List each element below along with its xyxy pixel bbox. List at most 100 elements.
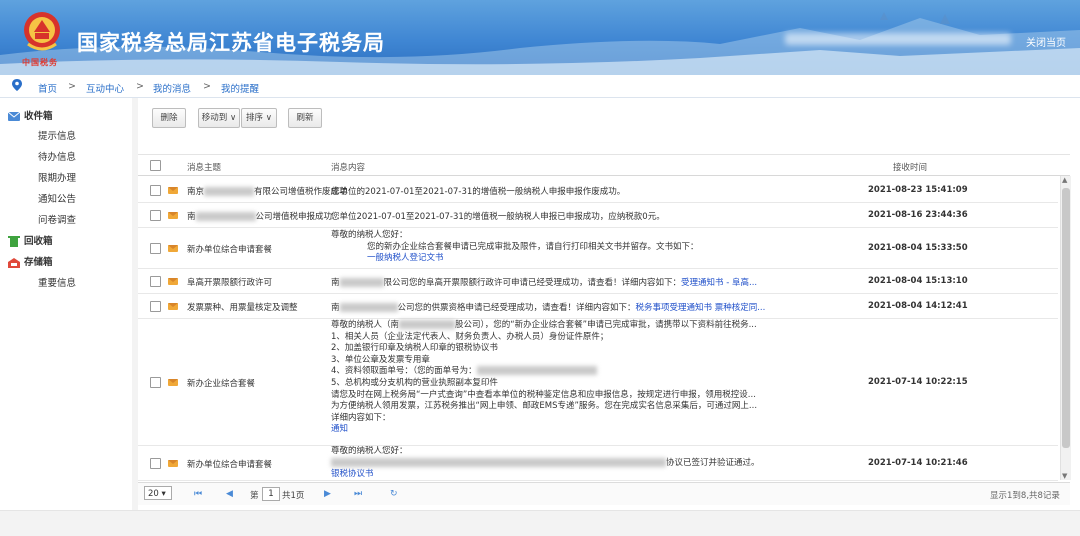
sidebar-group-label: 存储箱 [24, 257, 53, 268]
message-subject[interactable]: 新办单位综合申请套餐 [187, 458, 272, 470]
scroll-up-icon[interactable]: ▲ [1062, 176, 1067, 184]
message-subject[interactable]: 发票票种、用票量核定及调整 [187, 301, 298, 313]
row-checkbox[interactable] [150, 243, 161, 254]
total-pages-label: 共1页 [282, 491, 305, 501]
message-subject[interactable]: 新办企业综合套餐 [187, 377, 255, 389]
sidebar-item-notices[interactable]: 通知公告 [38, 191, 76, 205]
table-scrollbar[interactable]: ▲ ▼ [1060, 176, 1071, 480]
message-subject[interactable]: 南京 有限公司增值税作废成功 [187, 185, 348, 197]
message-content: 您单位的2021-07-01至2021-07-31的增值税一般纳税人申报申报作废… [331, 187, 626, 197]
message-subject[interactable]: 阜高开票限额行政许可 [187, 276, 272, 288]
message-content: 南限公司您的阜高开票限额行政许可申请已经受理成功，请查看！详细内容如下：受理通知… [331, 278, 758, 288]
envelope-icon [168, 278, 178, 285]
message-content: 您单位2021-07-01至2021-07-31的增值税一般纳税人申报已申报成功… [331, 212, 665, 222]
sidebar-item-todo[interactable]: 待办信息 [38, 149, 76, 163]
site-title: 国家税务总局江苏省电子税务局 [77, 31, 385, 55]
sidebar-item-deadline[interactable]: 限期办理 [38, 170, 76, 184]
redacted-text [399, 320, 456, 329]
sort-dropdown[interactable]: 排序 ∨ [241, 108, 277, 128]
message-subject[interactable]: 新办单位综合申请套餐 [187, 243, 272, 255]
sidebar-group-inbox[interactable]: 收件箱 [8, 108, 53, 122]
sidebar: 收件箱 提示信息 待办信息 限期办理 通知公告 问卷调查 回收箱 存储箱 重要信… [0, 98, 132, 510]
envelope-icon [168, 303, 178, 310]
redacted-text [204, 187, 255, 196]
current-page-input[interactable]: 1 [262, 487, 280, 501]
received-time: 2021-08-04 15:33:50 [868, 243, 968, 253]
message-subject[interactable]: 南公司增值税申报成功 [187, 210, 332, 222]
sidebar-group-storage[interactable]: 存储箱 [8, 254, 53, 268]
table-row[interactable]: 新办企业综合套餐 尊敬的纳税人（南 股公司），您的“新办企业综合套餐”申请已完成审… [138, 319, 1058, 446]
sidebar-item-survey[interactable]: 问卷调查 [38, 212, 76, 226]
row-checkbox[interactable] [150, 185, 161, 196]
breadcrumb: 首页 > 互动中心 > 我的消息 > 我的提醒 [0, 75, 1080, 98]
user-info-redacted [785, 33, 1011, 45]
page-size-select[interactable]: 20 ▾ [144, 486, 172, 500]
delete-button[interactable]: 删除 [152, 108, 186, 128]
tax-emblem-icon [24, 12, 60, 51]
column-header-content: 消息内容 [331, 163, 366, 173]
row-checkbox[interactable] [150, 301, 161, 312]
received-time: 2021-08-04 15:13:10 [868, 276, 968, 286]
received-time: 2021-08-04 14:12:41 [868, 301, 968, 311]
breadcrumb-separator: > [136, 81, 144, 92]
select-all-checkbox[interactable] [150, 160, 161, 171]
sidebar-item-important[interactable]: 重要信息 [38, 275, 76, 289]
breadcrumb-my-messages[interactable]: 我的消息 [153, 81, 191, 95]
page-footer [0, 510, 1080, 536]
notice-link[interactable]: 受理通知书 - 阜高... [681, 278, 757, 288]
refresh-button[interactable]: 刷新 [288, 108, 322, 128]
received-time: 2021-08-16 23:44:36 [868, 210, 968, 220]
redacted-text [339, 278, 384, 287]
table-row[interactable]: 新办单位综合申请套餐 尊敬的纳税人您好： 协议已签订并验证通过。 银税协议书 2… [138, 446, 1058, 481]
message-content: 尊敬的纳税人（南 股公司），您的“新办企业综合套餐”申请已完成审批，请携带以下资料… [331, 320, 758, 436]
row-checkbox[interactable] [150, 210, 161, 221]
table-row[interactable]: 南京 有限公司增值税作废成功 您单位的2021-07-01至2021-07-31的… [138, 178, 1058, 203]
redacted-text [331, 457, 666, 467]
scroll-down-icon[interactable]: ▼ [1062, 472, 1067, 480]
message-content: 南公司您的供票资格申请已经受理成功，请查看！详细内容如下：税务事项受理通知书 票… [331, 303, 766, 313]
reload-icon[interactable]: ↻ [390, 489, 398, 499]
document-link[interactable]: 一般纳税人登记文书 [331, 253, 699, 265]
last-page-icon[interactable]: ⏭ [354, 489, 362, 499]
table-row[interactable]: 南公司增值税申报成功 您单位2021-07-01至2021-07-31的增值税一… [138, 203, 1058, 228]
inbox-icon [8, 112, 20, 121]
record-summary: 显示1到8,共8记录 [990, 491, 1060, 501]
breadcrumb-my-reminders[interactable]: 我的提醒 [221, 81, 259, 95]
breadcrumb-interaction-center[interactable]: 互动中心 [86, 81, 124, 95]
next-page-icon[interactable]: ▶ [324, 489, 331, 499]
table-row[interactable]: 发票票种、用票量核定及调整 南公司您的供票资格申请已经受理成功，请查看！详细内容… [138, 294, 1058, 319]
first-page-icon[interactable]: ⏮ [194, 489, 202, 499]
trash-icon [8, 236, 20, 247]
table-row[interactable]: 阜高开票限额行政许可 南限公司您的阜高开票限额行政许可申请已经受理成功，请查看！… [138, 269, 1058, 294]
storage-icon [8, 257, 20, 268]
message-panel: 删除 移动到 ∨ 排序 ∨ 刷新 消息主题 消息内容 接收时间 南京 有限公司增值… [138, 98, 1080, 510]
envelope-icon [168, 460, 178, 467]
table-row[interactable]: 新办单位综合申请套餐 尊敬的纳税人您好： 您的新办企业综合套餐申请已完成审批及限… [138, 228, 1058, 269]
row-checkbox[interactable] [150, 377, 161, 388]
breadcrumb-separator: > [68, 81, 76, 92]
column-header-time: 接收时间 [893, 163, 928, 173]
received-time: 2021-07-14 10:21:46 [868, 458, 968, 468]
site-header: 中国税务 国家税务总局江苏省电子税务局 关闭当页 [0, 0, 1080, 75]
scrollbar-thumb[interactable] [1062, 188, 1070, 448]
page-label: 第 [250, 491, 259, 501]
emblem-caption: 中国税务 [22, 58, 58, 67]
received-time: 2021-08-23 15:41:09 [868, 185, 968, 195]
column-header-subject: 消息主题 [187, 163, 222, 173]
location-pin-icon [12, 79, 22, 91]
close-page-link[interactable]: 关闭当页 [1026, 34, 1066, 49]
sidebar-group-recycle[interactable]: 回收箱 [8, 233, 53, 247]
message-content: 尊敬的纳税人您好： 您的新办企业综合套餐申请已完成审批及限件，请自行打印相关文书… [331, 230, 699, 265]
bank-tax-agreement-link[interactable]: 银税协议书 [331, 469, 760, 480]
row-checkbox[interactable] [150, 276, 161, 287]
table-header: 消息主题 消息内容 接收时间 [138, 154, 1070, 176]
redacted-text [195, 212, 256, 221]
notice-link[interactable]: 税务事项受理通知书 票种核定同... [636, 303, 766, 313]
sidebar-item-tips[interactable]: 提示信息 [38, 128, 76, 142]
notice-link[interactable]: 通知 [331, 424, 757, 436]
envelope-icon [168, 212, 178, 219]
row-checkbox[interactable] [150, 458, 161, 469]
move-to-dropdown[interactable]: 移动到 ∨ [198, 108, 240, 128]
breadcrumb-home[interactable]: 首页 [38, 81, 57, 95]
prev-page-icon[interactable]: ◀ [226, 489, 233, 499]
